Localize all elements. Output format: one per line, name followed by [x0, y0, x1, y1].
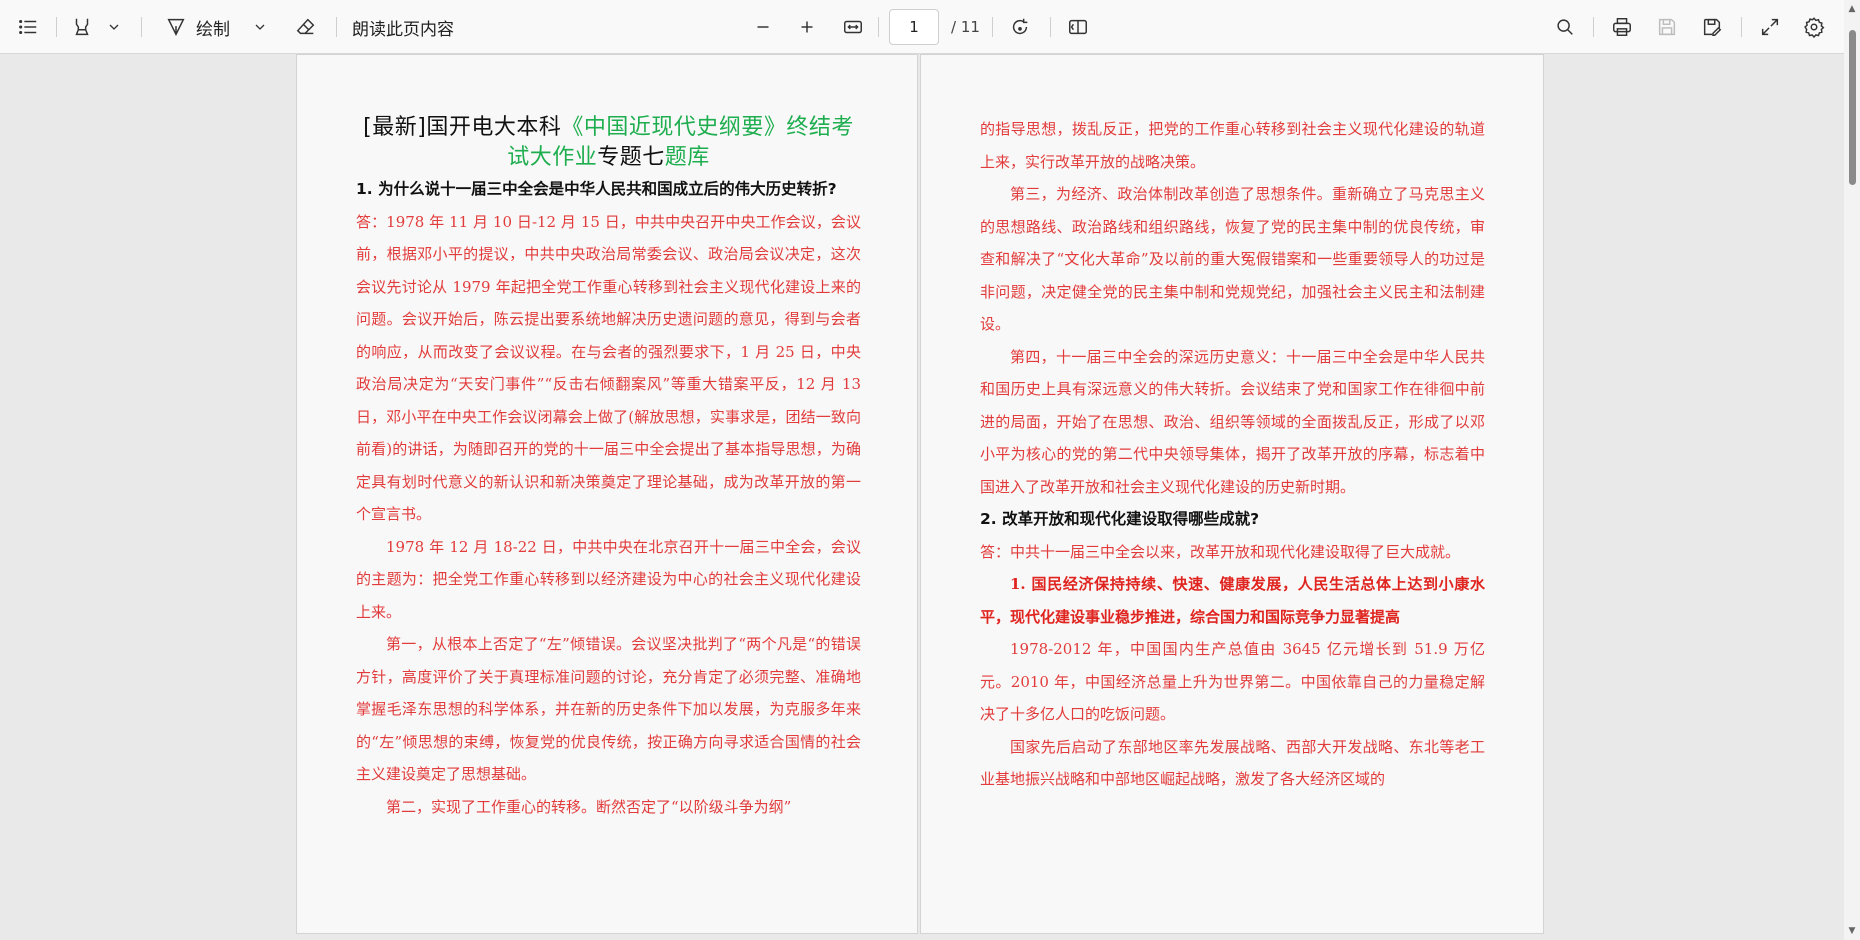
eraser-icon[interactable] — [290, 0, 322, 54]
answer-paragraph: 第三，为经济、政治体制改革创造了思想条件。重新确立了马克思主义的思想路线、政治路… — [980, 185, 1485, 333]
zoom-out-icon[interactable] — [747, 0, 779, 54]
page-content: 的指导思想，拨乱反正，把党的工作重心转移到社会主义现代化建设的轨道上来，实行改革… — [980, 113, 1485, 796]
scrollbar-thumb[interactable] — [1849, 30, 1856, 185]
fit-width-icon[interactable] — [837, 0, 869, 54]
page-view-icon[interactable] — [1062, 0, 1094, 54]
table-of-contents-icon[interactable] — [12, 0, 44, 54]
answer-paragraph: 的指导思想，拨乱反正，把党的工作重心转移到社会主义现代化建设的轨道上来，实行改革… — [980, 120, 1485, 171]
page-total: / 11 — [951, 18, 980, 36]
draw-dropdown-chevron-icon[interactable] — [248, 0, 272, 54]
answer-paragraph: 国家先后启动了东部地区率先发展战略、西部大开发战略、东北等老工业基地振兴战略和中… — [980, 737, 1485, 789]
separator — [141, 17, 142, 37]
scroll-up-arrow-icon[interactable]: ▲ — [1847, 4, 1857, 14]
separator — [1050, 17, 1051, 37]
toolbar: 绘制 朗读此页内容 / 11 — [0, 0, 1860, 54]
document-title: [最新]国开电大本科《中国近现代史纲要》终结考试大作业专题七题库 — [356, 113, 861, 173]
title-question-bank: 题库 — [664, 145, 710, 170]
question-heading: 2. 改革开放和现代化建设取得哪些成就? — [980, 510, 1260, 528]
separator — [336, 17, 337, 37]
search-icon[interactable] — [1549, 0, 1581, 54]
draw-label: 绘制 — [196, 19, 230, 40]
answer-paragraph: 答：中共十一届三中全会以来，改革开放和现代化建设取得了巨大成就。 — [980, 542, 1461, 561]
separator — [1593, 17, 1594, 37]
highlight-icon[interactable] — [66, 0, 98, 54]
title-topic: 专题七 — [597, 145, 665, 170]
settings-gear-icon[interactable] — [1798, 0, 1830, 54]
separator — [992, 17, 993, 37]
pdf-page-right: 的指导思想，拨乱反正，把党的工作重心转移到社会主义现代化建设的轨道上来，实行改革… — [920, 54, 1544, 934]
answer-paragraph: 第一，从根本上否定了“左”倾错误。会议坚决批判了“两个凡是“的错误方针，高度评价… — [356, 635, 861, 783]
separator — [1741, 17, 1742, 37]
save-icon[interactable] — [1651, 0, 1683, 54]
answer-paragraph: 第四，十一届三中全会的深远历史意义：十一届三中全会是中华人民共和国历史上具有深远… — [980, 347, 1485, 496]
page-content: [最新]国开电大本科《中国近现代史纲要》终结考试大作业专题七题库 1. 为什么说… — [356, 113, 861, 823]
zoom-in-icon[interactable] — [791, 0, 823, 54]
question-heading: 1. 为什么说十一届三中全会是中华人民共和国成立后的伟大历史转折? — [356, 180, 837, 198]
bold-subheading: 1. 国民经济保持持续、快速、健康发展，人民生活总体上达到小康水平，现代化建设事… — [980, 575, 1485, 626]
print-icon[interactable] — [1606, 0, 1638, 54]
highlight-dropdown-chevron-icon[interactable] — [102, 0, 126, 54]
vertical-scrollbar[interactable]: ▲ ▼ — [1844, 0, 1860, 940]
answer-paragraph: 第二，实现了工作重心的转移。断然否定了“以阶级斗争为纲” — [386, 797, 792, 816]
answer-paragraph: 答：1978 年 11 月 10 日-12 月 15 日，中共中央召开中央工作会… — [356, 212, 861, 524]
page-number-input[interactable] — [889, 9, 939, 45]
draw-button[interactable]: 绘制 — [196, 0, 242, 54]
read-aloud-button[interactable]: 朗读此页内容 — [352, 0, 472, 54]
save-as-icon[interactable] — [1696, 0, 1728, 54]
scroll-down-arrow-icon[interactable]: ▼ — [1847, 926, 1857, 936]
draw-icon[interactable] — [160, 0, 192, 54]
separator — [56, 17, 57, 37]
rotate-icon[interactable] — [1004, 0, 1036, 54]
pdf-page-left: [最新]国开电大本科《中国近现代史纲要》终结考试大作业专题七题库 1. 为什么说… — [296, 54, 918, 934]
answer-paragraph: 1978 年 12 月 18-22 日，中共中央在北京召开十一届三中全会，会议的… — [356, 537, 861, 621]
full-screen-icon[interactable] — [1754, 0, 1786, 54]
title-prefix: [最新]国开电大本科 — [363, 115, 562, 140]
read-aloud-label: 朗读此页内容 — [352, 19, 454, 40]
separator — [878, 17, 879, 37]
answer-paragraph: 1978-2012 年，中国国内生产总值由 3645 亿元增长到 51.9 万亿… — [980, 640, 1485, 723]
